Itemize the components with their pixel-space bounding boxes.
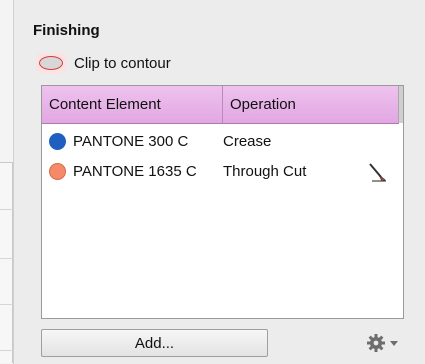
column-header-operation[interactable]: Operation (223, 86, 399, 123)
content-element-cell: PANTONE 1635 C (73, 163, 197, 180)
clip-contour-icon[interactable] (36, 53, 66, 73)
operations-table: Content Element Operation PANTONE 300 C … (41, 85, 404, 319)
section-title: Finishing (33, 22, 100, 39)
left-panel-divider (0, 258, 13, 259)
settings-menu-button[interactable] (366, 332, 399, 354)
gear-icon (367, 334, 385, 352)
left-panel-divider (0, 304, 13, 305)
add-button[interactable]: Add... (41, 329, 268, 357)
cutting-tool-icon[interactable] (366, 161, 388, 183)
column-header-content-element[interactable]: Content Element (42, 86, 223, 123)
clip-to-contour-toggle[interactable]: Clip to contour (36, 52, 171, 74)
left-panel-divider (0, 209, 13, 210)
finishing-panel: Finishing Clip to contour Content Elemen… (20, 0, 425, 364)
left-panel-divider (0, 350, 13, 351)
table-header: Content Element Operation (42, 86, 399, 124)
table-row[interactable]: PANTONE 1635 C Through Cut (42, 158, 399, 186)
color-swatch-icon (49, 133, 66, 150)
left-panel-edge (0, 0, 14, 364)
operation-cell: Through Cut (223, 163, 307, 180)
chevron-down-icon (390, 341, 398, 346)
operation-cell: Crease (223, 133, 272, 150)
table-row[interactable]: PANTONE 300 C Crease (42, 128, 399, 156)
color-swatch-icon (49, 163, 66, 180)
content-element-cell: PANTONE 300 C (73, 133, 189, 150)
clip-to-contour-label: Clip to contour (74, 54, 171, 72)
table-header-corner (398, 86, 403, 123)
left-panel-frame (0, 162, 13, 363)
